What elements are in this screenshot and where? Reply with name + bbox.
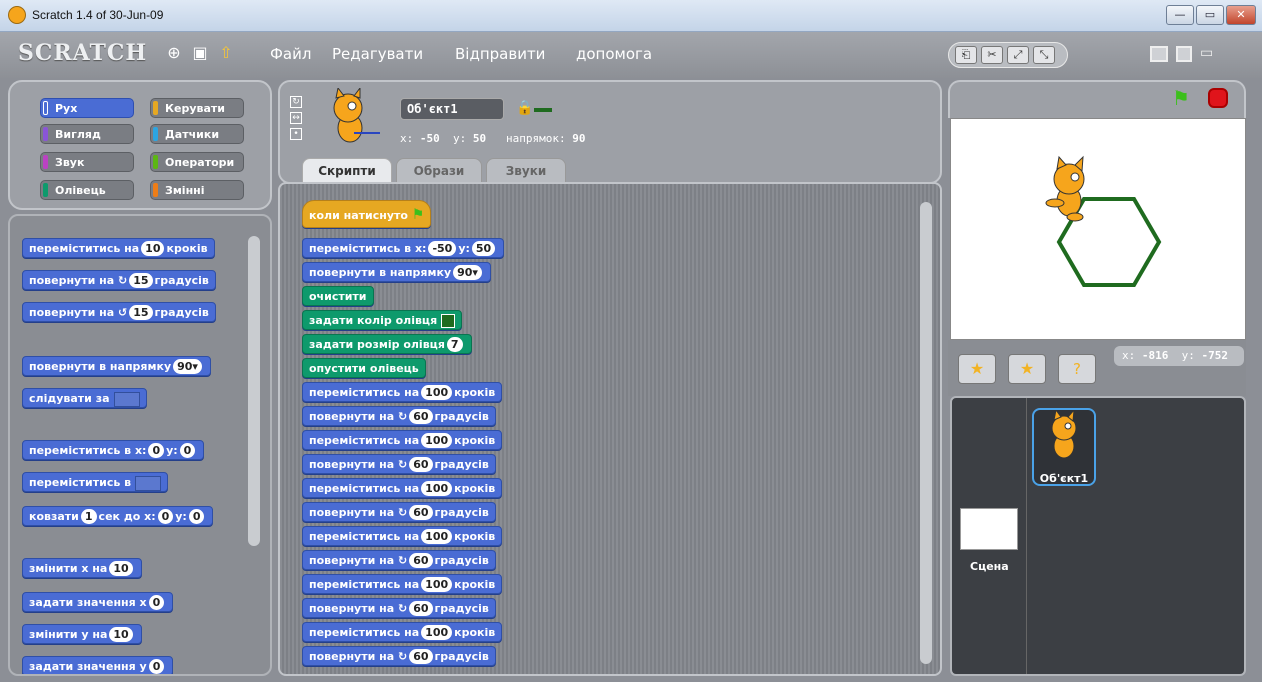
block-change-y[interactable]: змінити y на 10 — [22, 624, 142, 644]
normal-stage-icon[interactable] — [1150, 46, 1168, 62]
globe-icon[interactable]: ⊕ — [164, 43, 184, 63]
block-move-steps[interactable]: переміститись на 100 кроків — [302, 526, 503, 546]
category-operators[interactable]: Оператори — [150, 152, 244, 172]
block-point-direction[interactable]: повернути в напрямку 90▾ — [22, 356, 211, 376]
block-palette: переміститись на 10 кроків повернути на ↻ 1… — [8, 214, 272, 676]
category-control[interactable]: Керувати — [150, 98, 244, 118]
menu-file[interactable]: Файл — [270, 45, 311, 63]
block-turn-right[interactable]: повернути на ↻ 60 градусів — [302, 550, 496, 570]
block-turn-right[interactable]: повернути на ↻ 60 градусів — [302, 502, 496, 522]
category-panel: Рух Керувати Вигляд Датчики Звук Операто… — [8, 80, 272, 210]
divider — [1026, 398, 1027, 674]
grow-icon[interactable]: ⤢ — [1007, 46, 1029, 64]
pen-indicator — [534, 108, 552, 112]
paint-sprite-icon[interactable]: ★ — [958, 354, 996, 384]
tab-sounds[interactable]: Звуки — [486, 158, 566, 184]
palette-scrollbar[interactable] — [248, 236, 260, 546]
stage-canvas — [1045, 155, 1162, 287]
duplicate-icon[interactable]: ⎗ — [955, 46, 977, 64]
scripts-scrollbar[interactable] — [920, 202, 932, 664]
block-move-steps[interactable]: переміститись на 100 кроків — [302, 478, 503, 498]
block-point-towards[interactable]: слідувати за — [22, 388, 147, 408]
block-when-flag-clicked[interactable]: коли натиснуто ⚑ — [302, 200, 432, 228]
color-swatch[interactable] — [441, 314, 455, 328]
category-looks[interactable]: Вигляд — [40, 124, 134, 144]
category-sensing[interactable]: Датчики — [150, 124, 244, 144]
close-button[interactable]: ✕ — [1226, 5, 1256, 25]
flip-icon[interactable]: ↔ — [290, 112, 302, 124]
category-motion[interactable]: Рух — [40, 98, 134, 118]
tab-costumes[interactable]: Образи — [396, 158, 482, 184]
shrink-icon[interactable]: ⤡ — [1033, 46, 1055, 64]
block-set-y[interactable]: задати значення y0 — [22, 656, 174, 674]
green-flag-icon: ⚑ — [411, 207, 425, 223]
sprite-position: x: -50 y: 50 напрямок: 90 — [400, 132, 586, 145]
block-point-direction[interactable]: повернути в напрямку 90▾ — [302, 262, 491, 282]
block-move-steps[interactable]: переміститись на 100 кроків — [302, 430, 503, 450]
maximize-button[interactable]: ▭ — [1196, 5, 1224, 25]
stage-label: Сцена — [970, 560, 1009, 573]
block-goto-xy[interactable]: переміститись в x: 0 y: 0 — [22, 440, 205, 460]
tab-scripts[interactable]: Скрипти — [302, 158, 392, 184]
block-move-steps[interactable]: переміститись на 100 кроків — [302, 382, 503, 402]
green-flag-icon[interactable]: ⚑ — [1172, 86, 1190, 110]
category-sound[interactable]: Звук — [40, 152, 134, 172]
sprite-thumbnail — [333, 88, 380, 143]
block-turn-right[interactable]: повернути на ↻ 60 градусів — [302, 454, 496, 474]
presentation-icon[interactable]: ▭ — [1200, 46, 1216, 62]
block-turn-right[interactable]: повернути на ↻ 60 градусів — [302, 406, 496, 426]
block-set-x[interactable]: задати значення x0 — [22, 592, 174, 612]
block-move-steps[interactable]: переміститись на 100 кроків — [302, 622, 503, 642]
tool-group: ⎗ ✂ ⤢ ⤡ — [948, 42, 1068, 68]
category-pen[interactable]: Олівець — [40, 180, 134, 200]
menu-share[interactable]: Відправити — [455, 45, 545, 63]
sprite-thumb-1[interactable]: Об'єкт1 — [1032, 408, 1096, 486]
no-rotate-icon[interactable]: • — [290, 128, 302, 140]
stage-toolbar: ★ ★ ? x: -816 y: -752 — [948, 340, 1246, 396]
choose-sprite-icon[interactable]: ★ — [1008, 354, 1046, 384]
random-sprite-icon[interactable]: ? — [1058, 354, 1096, 384]
block-goto[interactable]: переміститись в — [22, 472, 169, 492]
category-variables[interactable]: Змінні — [150, 180, 244, 200]
stage-thumbnail[interactable] — [960, 508, 1018, 550]
dropdown[interactable] — [135, 475, 162, 491]
title-bar: Scratch 1.4 of 30-Jun-09 — ▭ ✕ — [0, 0, 1262, 32]
minimize-button[interactable]: — — [1166, 5, 1194, 25]
scripts-area[interactable]: коли натиснуто ⚑ переміститись в x: -50 y:… — [278, 182, 942, 676]
block-change-x[interactable]: змінити x на 10 — [22, 558, 142, 578]
mouse-position: x: -816 y: -752 — [1114, 346, 1244, 366]
block-glide[interactable]: ковзати 1 сек до x: 0 y: 0 — [22, 506, 214, 526]
block-move-steps[interactable]: переміститись на 10 кроків — [22, 238, 215, 258]
stage[interactable] — [950, 118, 1246, 340]
block-set-pen-color[interactable]: задати колір олівця — [302, 310, 462, 330]
sprite-name-field[interactable]: Об'єкт1 — [400, 98, 504, 120]
small-stage-icon[interactable] — [1176, 46, 1192, 62]
menu-edit[interactable]: Редагувати — [332, 45, 423, 63]
scratch-logo: SCRATCH — [18, 40, 148, 66]
scratch-cat-icon — [8, 6, 26, 24]
dropdown[interactable] — [113, 391, 140, 407]
block-turn-right[interactable]: повернути на ↻ 60 градусів — [302, 646, 496, 666]
block-turn-right[interactable]: повернути на ↻ 15 градусів — [22, 270, 216, 290]
window-title: Scratch 1.4 of 30-Jun-09 — [32, 8, 164, 22]
block-turn-left[interactable]: повернути на ↺ 15 градусів — [22, 302, 216, 322]
share-icon[interactable]: ⇧ — [216, 43, 236, 63]
block-goto-xy[interactable]: переміститись в x: -50 y: 50 — [302, 238, 505, 258]
block-pen-down[interactable]: опустити олівець — [302, 358, 426, 378]
sprite-list: Сцена Об'єкт1 — [950, 396, 1246, 676]
cat-thumbnail — [1051, 408, 1077, 459]
block-turn-right[interactable]: повернути на ↻ 60 градусів — [302, 598, 496, 618]
menu-help[interactable]: допомога — [576, 45, 652, 63]
block-set-pen-size[interactable]: задати розмір олівця 7 — [302, 334, 472, 354]
block-move-steps[interactable]: переміститись на 100 кроків — [302, 574, 503, 594]
lock-icon[interactable]: 🔒 — [516, 100, 533, 116]
rotate-icon[interactable]: ↻ — [290, 96, 302, 108]
sprite-label: Об'єкт1 — [1039, 472, 1089, 485]
block-clear[interactable]: очистити — [302, 286, 374, 306]
stop-icon[interactable] — [1208, 88, 1228, 108]
cut-icon[interactable]: ✂ — [981, 46, 1003, 64]
save-icon[interactable]: ▣ — [190, 43, 210, 63]
stage-header: ⚑ — [948, 80, 1246, 118]
